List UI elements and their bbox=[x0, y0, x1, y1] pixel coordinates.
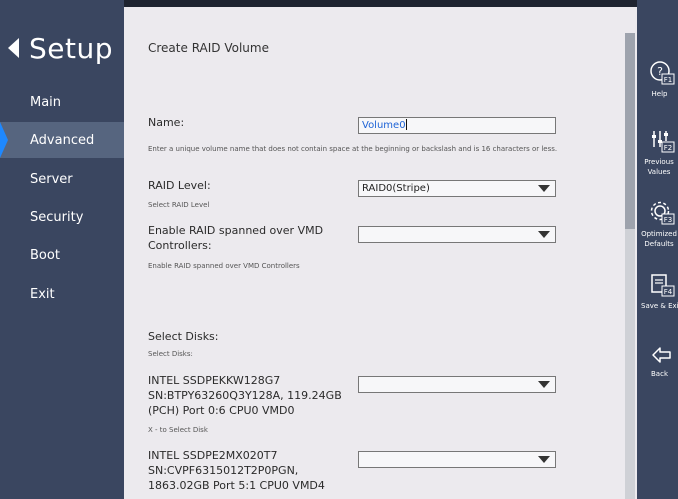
chevron-down-icon bbox=[538, 456, 550, 463]
back-button[interactable]: Back bbox=[637, 344, 678, 379]
raid-level-label: RAID Level: bbox=[148, 179, 211, 192]
disk-2-dropdown[interactable] bbox=[358, 451, 556, 468]
nav-item-label: Main bbox=[30, 94, 62, 110]
text-caret bbox=[405, 119, 407, 130]
nav-item-advanced[interactable]: Advanced bbox=[0, 122, 134, 158]
raid-level-help-text: Select RAID Level bbox=[148, 201, 210, 209]
save-exit-label: Save & Exit bbox=[641, 302, 678, 310]
nav-item-label: Advanced bbox=[30, 132, 95, 148]
active-marker bbox=[0, 122, 8, 158]
back-triangle-icon[interactable] bbox=[8, 38, 19, 58]
main-panel: Create RAID Volume Name: Volume0 Enter a… bbox=[124, 7, 637, 499]
select-disks-label: Select Disks: bbox=[148, 330, 219, 343]
nav-item-label: Security bbox=[30, 209, 84, 225]
save-icon: F4 bbox=[651, 274, 675, 297]
setup-header[interactable]: Setup bbox=[8, 28, 113, 68]
disk-2-label: INTEL SSDPE2MX020T7 SN:CVPF6315012T2P0PG… bbox=[148, 449, 325, 492]
volume-name-value: Volume0 bbox=[362, 120, 406, 131]
save-exit-button[interactable]: F4 Save & Exit bbox=[637, 272, 678, 311]
nav-item-boot[interactable]: Boot bbox=[0, 237, 124, 273]
nav-item-server[interactable]: Server bbox=[0, 161, 124, 197]
name-help-text: Enter a unique volume name that does not… bbox=[148, 145, 558, 153]
back-arrow-icon bbox=[652, 347, 671, 363]
vmd-help-text: Enable RAID spanned over VMD Controllers bbox=[148, 262, 300, 270]
nav-item-label: Server bbox=[30, 171, 73, 187]
nav-item-security[interactable]: Security bbox=[0, 199, 124, 235]
raid-level-value: RAID0(Stripe) bbox=[362, 183, 430, 194]
vmd-label: Enable RAID spanned over VMD Controllers… bbox=[148, 224, 324, 252]
svg-text:F4: F4 bbox=[664, 288, 673, 296]
help-button[interactable]: ? F1 Help bbox=[637, 60, 678, 99]
disk-1-dropdown[interactable] bbox=[358, 376, 556, 393]
help-label: Help bbox=[651, 90, 668, 98]
raid-level-dropdown[interactable]: RAID0(Stripe) bbox=[358, 180, 556, 197]
top-strip bbox=[124, 0, 637, 7]
nav-item-exit[interactable]: Exit bbox=[0, 276, 124, 312]
sliders-icon: F2 bbox=[652, 131, 675, 153]
back-label: Back bbox=[651, 370, 668, 378]
chevron-down-icon bbox=[538, 231, 550, 238]
volume-name-input[interactable]: Volume0 bbox=[358, 117, 556, 134]
previous-values-button[interactable]: F2 Previous Values bbox=[637, 128, 678, 177]
gear-icon: F3 bbox=[650, 201, 675, 225]
nav-item-label: Boot bbox=[30, 247, 60, 263]
optimized-defaults-label: Optimized Defaults bbox=[641, 230, 677, 248]
nav-item-label: Exit bbox=[30, 286, 55, 302]
svg-text:F3: F3 bbox=[664, 216, 672, 224]
name-label: Name: bbox=[148, 116, 185, 129]
chevron-down-icon bbox=[538, 381, 550, 388]
select-disks-help-text: Select Disks: bbox=[148, 350, 193, 358]
svg-text:F2: F2 bbox=[664, 144, 672, 152]
disk-1-label: INTEL SSDPEKKW128G7 SN:BTPY63260Q3Y128A,… bbox=[148, 374, 342, 417]
sidebar: Setup Main Advanced Server Security Boot… bbox=[0, 0, 134, 499]
vmd-dropdown[interactable] bbox=[358, 226, 556, 243]
help-icon: ? F1 bbox=[650, 61, 675, 85]
svg-text:F1: F1 bbox=[664, 76, 672, 84]
optimized-defaults-button[interactable]: F3 Optimized Defaults bbox=[637, 200, 678, 249]
chevron-down-icon bbox=[538, 185, 550, 192]
previous-values-label: Previous Values bbox=[644, 158, 674, 176]
disk-1-help-text: X - to Select Disk bbox=[148, 426, 208, 434]
nav-item-main[interactable]: Main bbox=[0, 84, 124, 120]
scrollbar[interactable] bbox=[625, 33, 635, 499]
page-title: Create RAID Volume bbox=[148, 41, 269, 55]
scrollbar-thumb[interactable] bbox=[625, 33, 635, 229]
setup-title: Setup bbox=[29, 31, 113, 65]
function-key-bar: ? F1 Help F2 Previous Values F3 Optimize… bbox=[637, 0, 678, 499]
